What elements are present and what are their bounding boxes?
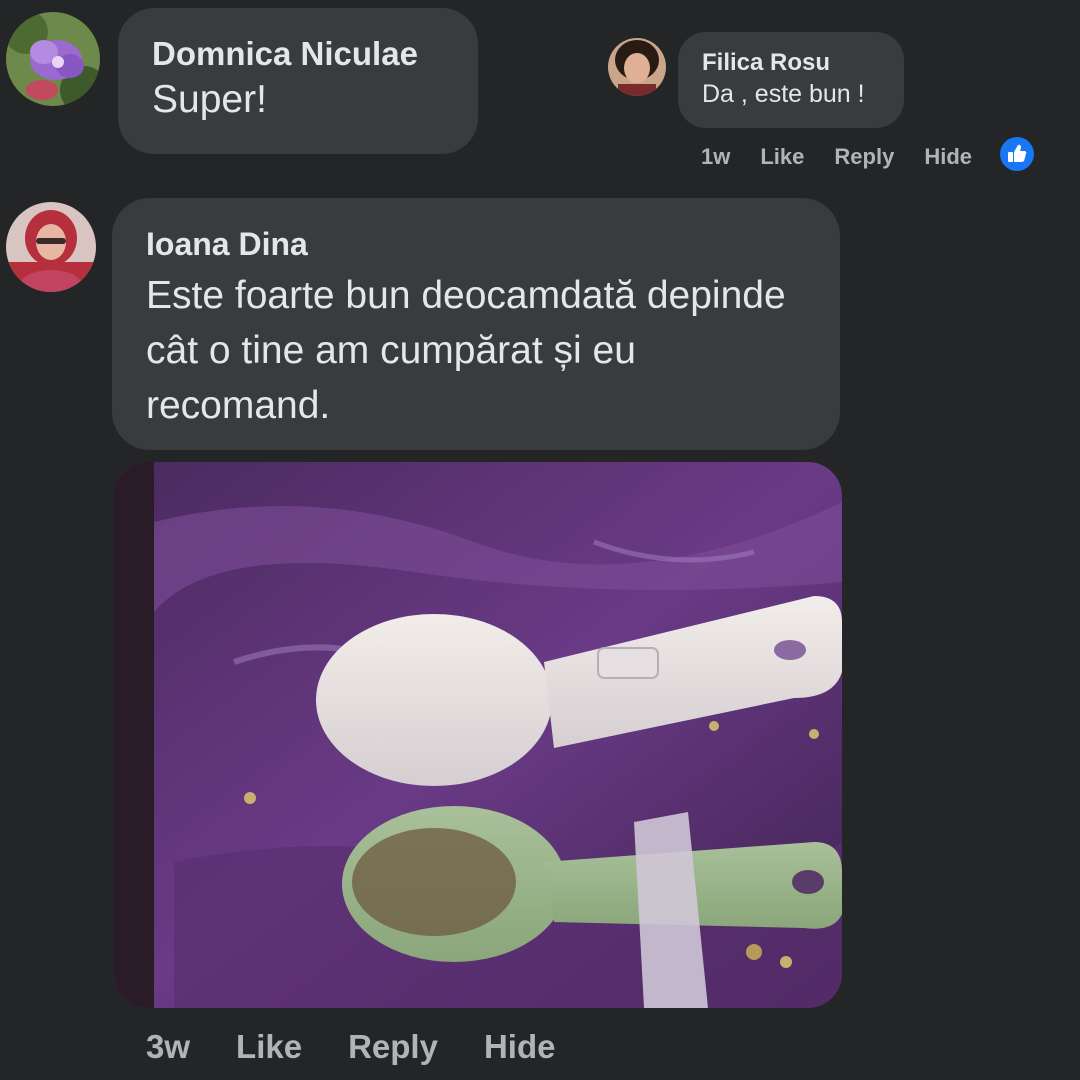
comment-like-button[interactable]: Like <box>236 1028 302 1066</box>
comment-actions: 3w Like Reply Hide <box>146 1024 601 1070</box>
reply-timestamp[interactable]: 1w <box>701 144 730 170</box>
reply-like-button[interactable]: Like <box>760 144 804 170</box>
reply-text: Da , este bun ! <box>702 80 865 108</box>
thumbs-up-icon[interactable] <box>999 136 1035 172</box>
comment-author[interactable]: Ioana Dina <box>146 224 840 264</box>
comment-photo-attachment[interactable] <box>114 462 842 1008</box>
flowers-avatar-image <box>6 12 100 106</box>
reply-actions: 1w Like Reply Hide <box>701 140 1002 174</box>
profile-photo-avatar-image <box>608 38 666 96</box>
comment-hide-button[interactable]: Hide <box>484 1028 556 1066</box>
comment-bubble: Domnica Niculae Super! <box>118 8 478 154</box>
reply-hide-button[interactable]: Hide <box>924 144 972 170</box>
comment-bubble: Ioana Dina Este foarte bun deocamdată de… <box>112 198 840 450</box>
comment-timestamp[interactable]: 3w <box>146 1028 190 1066</box>
comment-text: Super! <box>152 78 267 121</box>
comment-reply-button[interactable]: Reply <box>348 1028 438 1066</box>
comment-text: Este foarte bun deocamdată depinde cât o… <box>146 274 786 427</box>
reply-reply-button[interactable]: Reply <box>834 144 894 170</box>
profile-photo-avatar-image <box>6 202 96 292</box>
reply-author[interactable]: Filica Rosu <box>702 48 904 78</box>
comment-thread: Domnica Niculae Super! Filica Rosu Da , … <box>0 0 1080 1080</box>
avatar-filica-rosu[interactable] <box>608 38 666 96</box>
photo-of-spoons <box>114 462 842 1008</box>
avatar-domnica-niculae[interactable] <box>6 12 100 106</box>
avatar-ioana-dina[interactable] <box>6 202 96 292</box>
reply-bubble: Filica Rosu Da , este bun ! <box>678 32 904 128</box>
comment-author[interactable]: Domnica Niculae <box>152 34 478 74</box>
